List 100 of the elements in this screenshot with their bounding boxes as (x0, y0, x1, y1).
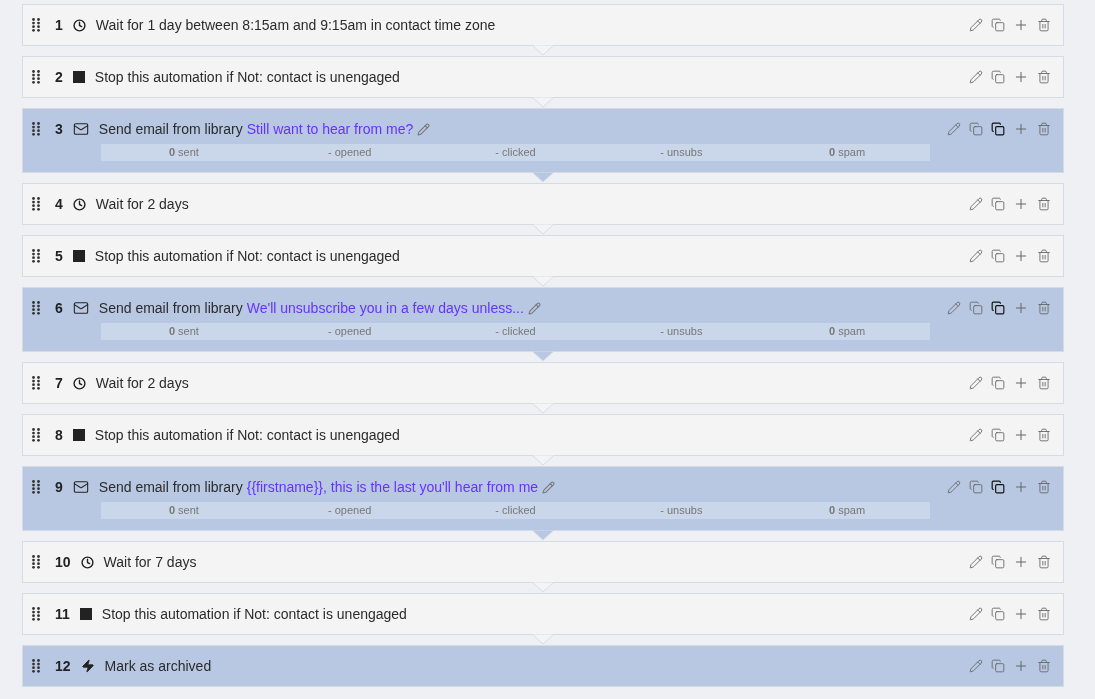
edit-icon[interactable] (969, 70, 983, 84)
add-icon[interactable] (1013, 300, 1029, 316)
drag-handle-icon[interactable] (32, 480, 40, 494)
edit-icon[interactable] (969, 607, 983, 621)
add-icon[interactable] (1013, 196, 1029, 212)
step-number: 3 (55, 119, 63, 139)
stat-text: 0 sent (167, 324, 200, 340)
add-icon[interactable] (1013, 427, 1029, 443)
step-number: 8 (55, 425, 63, 445)
envelope-icon (72, 121, 89, 137)
stat-text: 0 sent (167, 145, 200, 161)
step-description: Stop this automation if Not: contact is unengaged (94, 67, 400, 87)
connector-arrow (532, 403, 554, 414)
connector-arrow (532, 634, 554, 645)
edit-icon[interactable] (947, 122, 961, 136)
edit-icon[interactable] (969, 555, 983, 569)
add-icon[interactable] (1013, 17, 1029, 33)
copy-icon[interactable] (991, 301, 1005, 315)
edit-icon[interactable] (969, 249, 983, 263)
envelope-icon (72, 300, 89, 316)
delete-icon[interactable] (1037, 428, 1051, 442)
edit-icon[interactable] (969, 428, 983, 442)
stat-text: - unsubs (659, 145, 704, 161)
step-description: Wait for 7 days (103, 552, 197, 572)
connector-arrow (532, 582, 554, 593)
delete-icon[interactable] (1037, 18, 1051, 32)
delete-icon[interactable] (1037, 376, 1051, 390)
delete-icon[interactable] (1037, 659, 1051, 673)
email-link[interactable]: Still want to hear from me? (246, 118, 414, 140)
step-description: Wait for 2 days (95, 194, 189, 214)
drag-handle-icon[interactable] (32, 18, 40, 32)
drag-handle-icon[interactable] (32, 301, 40, 315)
step-description: Send email from library (98, 119, 243, 139)
drag-handle-icon[interactable] (32, 122, 40, 136)
delete-icon[interactable] (1037, 122, 1051, 136)
stat-text: 0 sent (167, 503, 200, 519)
connector-arrow (532, 276, 554, 287)
connector-arrow (532, 97, 554, 108)
add-icon[interactable] (1013, 554, 1029, 570)
drag-handle-icon[interactable] (32, 70, 40, 84)
copy-icon[interactable] (991, 122, 1005, 136)
add-icon[interactable] (1013, 69, 1029, 85)
clock-icon (80, 555, 94, 569)
delete-icon[interactable] (1037, 480, 1051, 494)
delete-icon[interactable] (1037, 555, 1051, 569)
edit-icon[interactable] (947, 301, 961, 315)
delete-icon[interactable] (1037, 197, 1051, 211)
drag-handle-icon[interactable] (32, 249, 40, 263)
edit-icon[interactable] (947, 480, 961, 494)
email-link[interactable]: {{firstname}}, this is the last you'll hear from me (246, 476, 539, 498)
add-icon[interactable] (1013, 479, 1029, 495)
drag-handle-icon[interactable] (32, 659, 40, 673)
email-link[interactable]: We'll unsubscribe you in a few days unless... (246, 297, 524, 319)
drag-handle-icon[interactable] (32, 555, 40, 569)
edit-icon[interactable] (417, 122, 431, 136)
step-description: Wait for 2 days (95, 373, 189, 393)
step-number: 5 (55, 246, 63, 266)
edit-icon[interactable] (969, 659, 983, 673)
step-number: 6 (55, 298, 63, 318)
step-number: 11 (55, 604, 70, 624)
edit-icon[interactable] (969, 18, 983, 32)
step-card[interactable]: 9 Send email from library {{firstname}}, this is the last you'll hear from me 0 sent - opened - clicked - unsubs 0 spam (22, 466, 1064, 531)
step-card[interactable]: 12 Mark as archived (22, 645, 1064, 687)
stat-text: 0 spam (828, 145, 867, 161)
connector-arrow (532, 455, 554, 466)
drag-handle-icon[interactable] (32, 376, 40, 390)
step-number: 9 (55, 477, 63, 497)
stat-text: - unsubs (659, 324, 704, 340)
drag-handle-icon[interactable] (32, 607, 40, 621)
delete-icon[interactable] (1037, 70, 1051, 84)
connector-arrow (532, 224, 554, 235)
edit-icon[interactable] (969, 376, 983, 390)
connector-arrow (532, 530, 554, 541)
add-icon[interactable] (1013, 248, 1029, 264)
add-icon[interactable] (1013, 606, 1029, 622)
stat-text: - opened (326, 503, 373, 519)
step-card[interactable]: 6 Send email from library We'll unsubscribe you in a few days unless... 0 sent - opened - clicked - unsubs 0 spam (22, 287, 1064, 352)
stat-text: - clicked (494, 503, 537, 519)
step-description: Send email from library (98, 477, 243, 497)
copy-icon[interactable] (991, 480, 1005, 494)
edit-icon[interactable] (542, 480, 556, 494)
drag-handle-icon[interactable] (32, 428, 40, 442)
edit-icon[interactable] (969, 197, 983, 211)
step-description: Stop this automation if Not: contact is unengaged (94, 425, 400, 445)
step-number: 7 (55, 373, 63, 393)
step-number: 4 (55, 194, 63, 214)
drag-handle-icon[interactable] (32, 197, 40, 211)
step-number: 1 (55, 15, 63, 35)
step-number: 10 (55, 552, 71, 572)
step-card[interactable]: 3 Send email from library Still want to hear from me? 0 sent - opened - clicked - unsubs 0 spam (22, 108, 1064, 173)
add-icon[interactable] (1013, 375, 1029, 391)
add-icon[interactable] (1013, 121, 1029, 137)
stat-text: 0 spam (828, 503, 867, 519)
add-icon[interactable] (1013, 658, 1029, 674)
stop-icon (79, 608, 92, 620)
delete-icon[interactable] (1037, 301, 1051, 315)
delete-icon[interactable] (1037, 249, 1051, 263)
delete-icon[interactable] (1037, 607, 1051, 621)
edit-icon[interactable] (527, 301, 541, 315)
connector-arrow (532, 172, 554, 183)
